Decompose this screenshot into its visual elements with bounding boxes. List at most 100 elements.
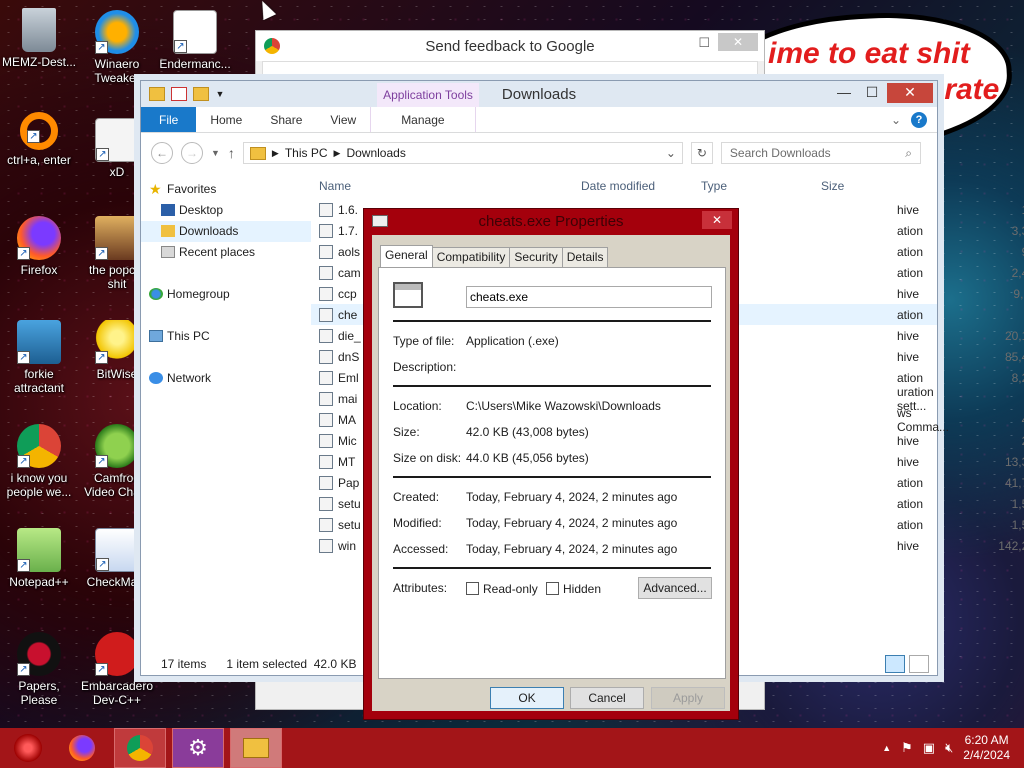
tab-compatibility[interactable]: Compatibility xyxy=(431,247,511,267)
volume-muted-icon[interactable]: 🔇︎ xyxy=(945,740,953,756)
ok-button[interactable]: OK xyxy=(490,687,564,709)
nav-downloads[interactable]: Downloads xyxy=(141,221,311,242)
file-name: ccp xyxy=(338,286,357,301)
hidden-label[interactable]: Hidden xyxy=(563,582,601,596)
desktop-icon-notepadpp[interactable]: ↗ Notepad++ xyxy=(0,528,78,589)
tab-general[interactable]: General xyxy=(380,245,433,267)
clock[interactable]: 6:20 AM 2/4/2024 xyxy=(963,733,1010,763)
column-date-modified[interactable]: Date modified xyxy=(573,179,693,193)
nav-recent-places[interactable]: Recent places xyxy=(141,242,311,263)
file-icon xyxy=(319,391,333,406)
file-type: hive xyxy=(897,454,920,469)
taskbar: ⚙ ▲ ⚑ ▣ 🔇︎ 6:20 AM 2/4/2024 xyxy=(0,728,1024,768)
maximize-button[interactable]: ☐ xyxy=(859,83,885,103)
chrome-icon xyxy=(127,735,153,761)
chrome-close-button[interactable]: ✕ xyxy=(718,33,758,51)
help-icon[interactable]: ? xyxy=(911,111,927,128)
tab-security[interactable]: Security xyxy=(509,247,563,267)
desktop-icon-papers-please[interactable]: ↗ Papers, Please xyxy=(0,632,78,707)
desktop-icon-endermanch[interactable]: ↗ Endermanc... xyxy=(156,10,234,71)
address-bar[interactable]: ▶ This PC ▶ Downloads ⌄ xyxy=(242,142,683,164)
file-size: 2,462 KB xyxy=(1011,265,1024,280)
show-hidden-icons-icon[interactable]: ▲ xyxy=(882,743,891,753)
value-modified: Today, February 4, 2024, 2 minutes ago xyxy=(466,516,678,530)
label-created: Created: xyxy=(393,490,440,504)
advanced-button[interactable]: Advanced... xyxy=(638,577,712,599)
nav-this-pc[interactable]: This PC xyxy=(141,326,311,347)
desktop-icon xyxy=(161,204,175,216)
label-accessed: Accessed: xyxy=(393,542,449,556)
minimize-button[interactable]: — xyxy=(831,83,857,103)
file-name: MT xyxy=(338,454,356,469)
desktop-icon-chrome[interactable]: ↗ i know you people we... xyxy=(0,424,78,499)
file-name: Mic xyxy=(338,433,357,448)
flag-icon[interactable]: ⚑ xyxy=(901,740,913,756)
breadcrumb-this-pc[interactable]: This PC xyxy=(285,146,328,160)
back-button[interactable]: ← xyxy=(151,142,173,164)
search-icon: ⌕ xyxy=(905,145,912,160)
desktop-icon-ctrl-a-enter[interactable]: ↗ ctrl+a, enter xyxy=(0,112,78,167)
properties-dialog[interactable]: cheats.exe Properties ✕ General Compatib… xyxy=(363,208,739,720)
shortcut-arrow-icon: ↗ xyxy=(17,247,30,260)
devcpp-icon: ↗ xyxy=(95,632,139,676)
taskbar-firefox[interactable] xyxy=(56,728,108,768)
nav-homegroup[interactable]: Homegroup xyxy=(141,284,311,305)
file-name: setu xyxy=(338,496,361,511)
label-description: Description: xyxy=(393,360,457,374)
filename-field[interactable] xyxy=(466,286,712,308)
column-type[interactable]: Type xyxy=(693,179,813,193)
desktop-icon-memz[interactable]: MEMZ-Dest... xyxy=(0,8,78,69)
start-button[interactable] xyxy=(0,728,56,768)
file-size: 20,144 KB xyxy=(1004,328,1024,343)
taskbar-chrome[interactable] xyxy=(114,728,166,768)
readonly-label[interactable]: Read-only xyxy=(483,582,538,596)
large-icons-view-icon[interactable] xyxy=(909,655,929,673)
refresh-button[interactable]: ↻ xyxy=(690,142,713,164)
tab-file[interactable]: File xyxy=(141,107,197,132)
cancel-button[interactable]: Cancel xyxy=(570,687,644,709)
column-name[interactable]: Name xyxy=(311,179,573,193)
shortcut-arrow-icon: ↗ xyxy=(95,41,108,54)
details-view-icon[interactable] xyxy=(885,655,905,673)
file-name: cam xyxy=(338,265,361,280)
column-headers: Name Date modified Type Size xyxy=(311,173,937,199)
dialog-close-button[interactable]: ✕ xyxy=(702,211,732,229)
tab-details[interactable]: Details xyxy=(561,247,609,267)
tab-share[interactable]: Share xyxy=(256,107,316,132)
readonly-checkbox[interactable] xyxy=(466,582,479,595)
recent-locations-icon[interactable]: ▼ xyxy=(211,148,220,158)
tab-home[interactable]: Home xyxy=(196,107,256,132)
search-box[interactable]: Search Downloads ⌕ xyxy=(720,142,921,164)
taskbar-file-explorer[interactable] xyxy=(230,728,282,768)
close-button[interactable]: ✕ xyxy=(887,83,933,103)
chevron-down-icon[interactable]: ⌄ xyxy=(666,146,676,160)
tab-manage[interactable]: Manage xyxy=(370,107,476,132)
chrome-titlebar[interactable]: Send feedback to Google ☐ ✕ xyxy=(256,31,764,61)
nav-desktop[interactable]: Desktop xyxy=(141,200,311,221)
tab-view[interactable]: View xyxy=(316,107,370,132)
expand-ribbon-icon[interactable]: ⌄ xyxy=(891,113,901,127)
shortcut-arrow-icon: ↗ xyxy=(17,351,30,364)
desktop-icon-winaero[interactable]: ↗ Winaero Tweaker xyxy=(78,10,156,85)
explorer-titlebar[interactable]: ▼ Downloads — ☐ ✕ xyxy=(141,81,937,107)
up-button[interactable]: ↑ xyxy=(228,145,235,161)
downloads-folder-icon xyxy=(161,225,175,237)
chrome-maximize-button[interactable]: ☐ xyxy=(698,35,710,51)
forward-button[interactable]: → xyxy=(181,142,203,164)
nav-network[interactable]: Network xyxy=(141,368,311,389)
nav-favorites[interactable]: ★ Favorites xyxy=(141,179,311,200)
desktop-icon-forkie[interactable]: ↗ forkie attractant xyxy=(0,320,78,395)
file-icon xyxy=(319,412,333,427)
dialog-titlebar[interactable]: cheats.exe Properties ✕ xyxy=(364,209,738,233)
breadcrumb-separator-icon: ▶ xyxy=(333,147,341,158)
ring-icon: ↗ xyxy=(20,112,58,150)
column-size[interactable]: Size xyxy=(813,179,844,193)
breadcrumb-downloads[interactable]: Downloads xyxy=(346,146,405,160)
desktop-icon-firefox[interactable]: ↗ Firefox xyxy=(0,216,78,277)
hidden-checkbox[interactable] xyxy=(546,582,559,595)
file-icon xyxy=(319,538,333,553)
network-icon[interactable]: ▣ xyxy=(923,740,935,756)
item-count: 17 items xyxy=(161,657,207,671)
apply-button[interactable]: Apply xyxy=(651,687,725,709)
taskbar-settings[interactable]: ⚙ xyxy=(172,728,224,768)
